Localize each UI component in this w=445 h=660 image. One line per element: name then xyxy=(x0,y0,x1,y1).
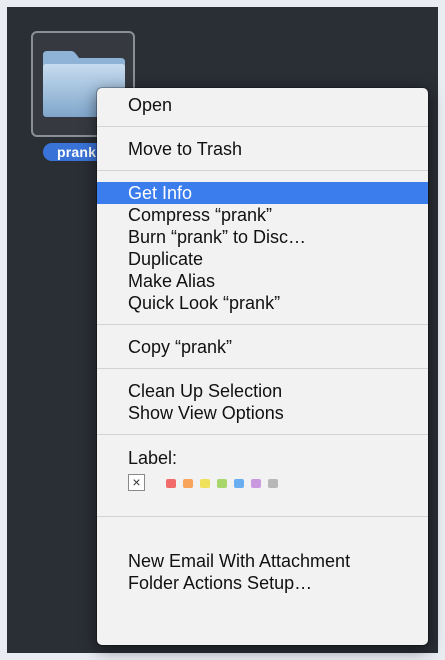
menu-item-burn-to-disc[interactable]: Burn “prank” to Disc… xyxy=(97,226,428,248)
label-purple-swatch[interactable] xyxy=(251,479,261,488)
menu-item-get-info[interactable]: Get Info xyxy=(97,182,428,204)
menu-item-make-alias[interactable]: Make Alias xyxy=(97,270,428,292)
menu-item-compress[interactable]: Compress “prank” xyxy=(97,204,428,226)
menu-separator xyxy=(97,368,428,369)
menu-item-folder-actions-setup[interactable]: Folder Actions Setup… xyxy=(97,572,428,594)
menu-item-quick-look[interactable]: Quick Look “prank” xyxy=(97,292,428,314)
menu-item-clean-up-selection[interactable]: Clean Up Selection xyxy=(97,380,428,402)
label-none-swatch[interactable]: × xyxy=(128,474,145,491)
label-blue-swatch[interactable] xyxy=(234,479,244,488)
label-heading: Label: xyxy=(128,448,178,468)
menu-item-move-to-trash[interactable]: Move to Trash xyxy=(97,138,428,160)
menu-separator xyxy=(97,126,428,127)
label-swatch-row: × xyxy=(97,474,428,498)
menu-item-new-email-with-attachment[interactable]: New Email With Attachment xyxy=(97,550,428,572)
label-gray-swatch[interactable] xyxy=(268,479,278,488)
menu-separator xyxy=(97,516,428,517)
menu-separator xyxy=(97,324,428,325)
label-green-swatch[interactable] xyxy=(217,479,227,488)
label-yellow-swatch[interactable] xyxy=(200,479,210,488)
label-orange-swatch[interactable] xyxy=(183,479,193,488)
menu-item-duplicate[interactable]: Duplicate xyxy=(97,248,428,270)
label-red-swatch[interactable] xyxy=(166,479,176,488)
menu-item-show-view-options[interactable]: Show View Options xyxy=(97,402,428,424)
menu-item-open[interactable]: Open xyxy=(97,94,428,116)
menu-separator xyxy=(97,170,428,171)
menu-item-copy[interactable]: Copy “prank” xyxy=(97,336,428,358)
menu-separator xyxy=(97,434,428,435)
context-menu: Open Move to Trash Get Info Compress “pr… xyxy=(97,88,428,645)
